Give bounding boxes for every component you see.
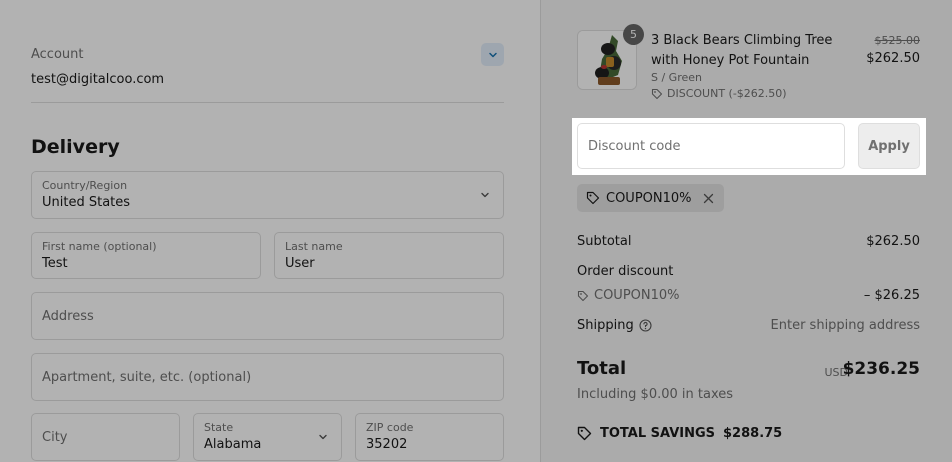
shipping-value: Enter shipping address (770, 318, 920, 333)
state-label: State (204, 421, 234, 434)
country-label: Country/Region (42, 179, 128, 192)
applied-coupon-code: COUPON10% (606, 190, 692, 206)
savings-label: TOTAL SAVINGS (600, 426, 716, 441)
tag-icon (651, 88, 663, 99)
first-name-field[interactable]: First name (optional) Test (31, 232, 261, 279)
zip-label: ZIP code (366, 421, 414, 434)
total-savings: TOTAL SAVINGS $288.75 (577, 426, 782, 441)
city-field[interactable]: City (31, 413, 180, 461)
city-placeholder: City (42, 429, 68, 445)
delivery-title: Delivery (31, 136, 120, 158)
applied-coupon-chip: COUPON10% (577, 184, 724, 212)
apply-discount-button[interactable]: Apply (858, 123, 920, 169)
help-circle-icon (639, 319, 652, 332)
product-variant: S / Green (651, 71, 702, 84)
last-name-field[interactable]: Last name User (274, 232, 504, 279)
remove-coupon-button[interactable] (702, 191, 716, 205)
zip-field[interactable]: ZIP code 35202 (355, 413, 504, 461)
tag-icon (586, 191, 600, 205)
order-discount-code-row: COUPON10% (577, 288, 680, 303)
product-price: $262.50 (866, 51, 920, 66)
account-toggle-button[interactable] (481, 43, 504, 66)
total-amount: $236.25 (842, 359, 920, 379)
apartment-field[interactable]: Apartment, suite, etc. (optional) (31, 353, 504, 401)
chevron-down-icon (479, 189, 491, 201)
order-discount-value: – $26.25 (863, 288, 920, 303)
quantity-badge: 5 (623, 24, 644, 45)
tag-icon (577, 290, 589, 301)
address-placeholder: Address (42, 308, 94, 324)
account-divider (31, 102, 504, 103)
subtotal-label: Subtotal (577, 234, 632, 249)
total-label: Total (577, 358, 627, 379)
zip-value: 35202 (366, 437, 408, 452)
shipping-label: Shipping (577, 318, 634, 333)
tax-note: Including $0.00 in taxes (577, 387, 734, 402)
state-select[interactable]: State Alabama (193, 413, 342, 461)
tag-icon (577, 426, 592, 441)
first-name-label: First name (optional) (42, 240, 157, 253)
first-name-value: Test (42, 256, 68, 271)
product-discount-text: DISCOUNT (-$262.50) (667, 87, 787, 100)
country-value: United States (42, 195, 131, 210)
order-summary-panel: 5 3 Black Bears Climbing Tree with Honey… (540, 0, 952, 462)
order-discount-code: COUPON10% (594, 288, 680, 303)
state-value: Alabama (204, 437, 262, 452)
account-email: test@digitalcoo.com (31, 72, 165, 87)
shipping-info-button[interactable] (639, 319, 652, 332)
product-name: 3 Black Bears Climbing Tree with Honey P… (651, 33, 833, 68)
discount-code-form: Apply (572, 118, 926, 175)
last-name-value: User (285, 256, 315, 271)
apartment-placeholder: Apartment, suite, etc. (optional) (42, 369, 252, 385)
discount-code-input[interactable] (577, 123, 845, 169)
product-discount: DISCOUNT (-$262.50) (651, 87, 787, 100)
original-price: $525.00 (874, 34, 921, 47)
subtotal-value: $262.50 (866, 234, 920, 249)
last-name-label: Last name (285, 240, 343, 253)
account-label: Account (31, 47, 84, 62)
order-discount-label: Order discount (577, 264, 674, 279)
close-icon (703, 193, 714, 203)
shipping-label-row: Shipping (577, 318, 652, 333)
chevron-down-icon (317, 431, 329, 443)
country-select[interactable]: Country/Region United States (31, 171, 504, 219)
checkout-form-panel: Account test@digitalcoo.com Delivery Cou… (0, 0, 540, 462)
chevron-down-icon (488, 52, 497, 57)
savings-value: $288.75 (723, 426, 783, 441)
address-field[interactable]: Address (31, 292, 504, 340)
